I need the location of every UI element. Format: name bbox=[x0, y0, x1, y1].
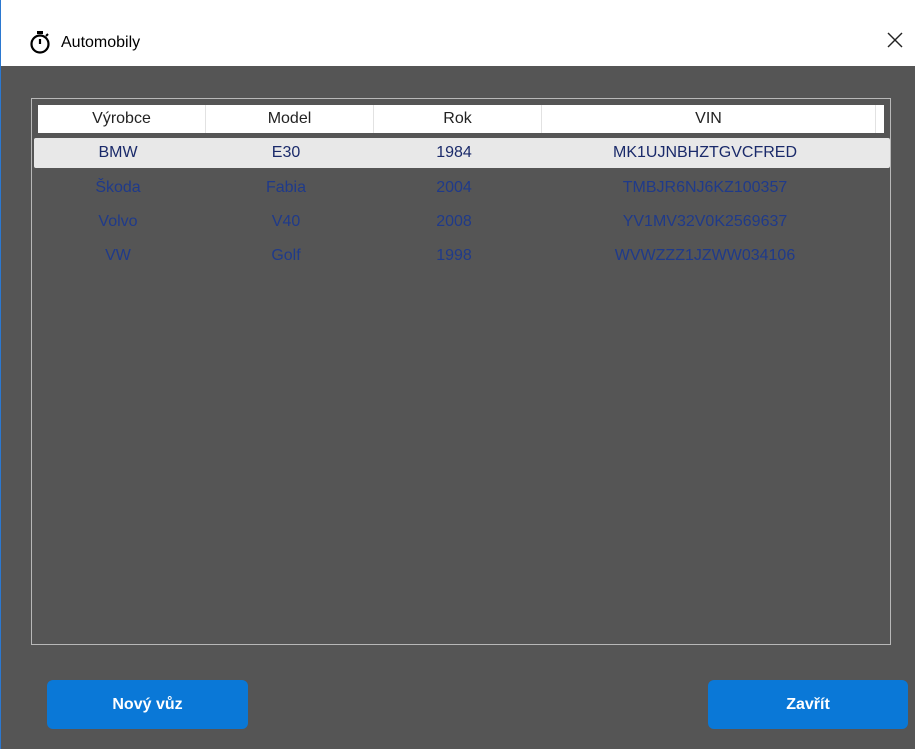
cell-year: 2008 bbox=[436, 213, 472, 230]
window-title: Automobily bbox=[61, 34, 141, 51]
column-header-model[interactable]: Model bbox=[206, 105, 374, 133]
close-window-button[interactable] bbox=[875, 24, 915, 60]
close-button[interactable]: Zavřít bbox=[708, 680, 908, 729]
cell-model: E30 bbox=[271, 144, 301, 161]
table-row[interactable]: Volvo V40 2008 YV1MV32V0K2569637 bbox=[34, 207, 890, 237]
cars-table[interactable]: Výrobce Model Rok VIN BMW E30 1984 MK1UJ… bbox=[31, 98, 891, 645]
cell-model: Golf bbox=[271, 247, 301, 264]
table-header: Výrobce Model Rok VIN bbox=[38, 105, 884, 133]
cell-vin: YV1MV32V0K2569637 bbox=[622, 213, 788, 230]
cell-model: Fabia bbox=[265, 179, 307, 196]
stopwatch-icon bbox=[29, 31, 51, 55]
column-header-filler bbox=[876, 105, 884, 133]
table-row[interactable]: BMW E30 1984 MK1UJNBHZTGVCFRED bbox=[34, 138, 890, 168]
cell-model: V40 bbox=[271, 213, 301, 230]
cell-manufacturer: Volvo bbox=[98, 213, 138, 230]
new-car-button[interactable]: Nový vůz bbox=[47, 680, 248, 729]
close-icon bbox=[886, 31, 904, 54]
cell-year: 2004 bbox=[436, 179, 472, 196]
column-header-manufacturer[interactable]: Výrobce bbox=[38, 105, 206, 133]
title-bar: Automobily bbox=[1, 0, 915, 66]
cell-vin: WVWZZZ1JZWW034106 bbox=[614, 247, 796, 264]
cell-manufacturer: BMW bbox=[98, 144, 138, 161]
cell-vin: TMBJR6NJ6KZ100357 bbox=[622, 179, 788, 196]
cell-vin: MK1UJNBHZTGVCFRED bbox=[612, 144, 797, 161]
column-header-vin[interactable]: VIN bbox=[542, 105, 876, 133]
column-header-year[interactable]: Rok bbox=[374, 105, 542, 133]
cell-manufacturer: Škoda bbox=[95, 179, 141, 196]
table-row[interactable]: Škoda Fabia 2004 TMBJR6NJ6KZ100357 bbox=[34, 173, 890, 203]
cell-manufacturer: VW bbox=[105, 247, 131, 264]
app-window: Automobily Výrobce Model Rok VIN BMW E30… bbox=[0, 0, 915, 749]
cell-year: 1998 bbox=[436, 247, 472, 264]
table-row[interactable]: VW Golf 1998 WVWZZZ1JZWW034106 bbox=[34, 241, 890, 271]
cell-year: 1984 bbox=[436, 144, 472, 161]
